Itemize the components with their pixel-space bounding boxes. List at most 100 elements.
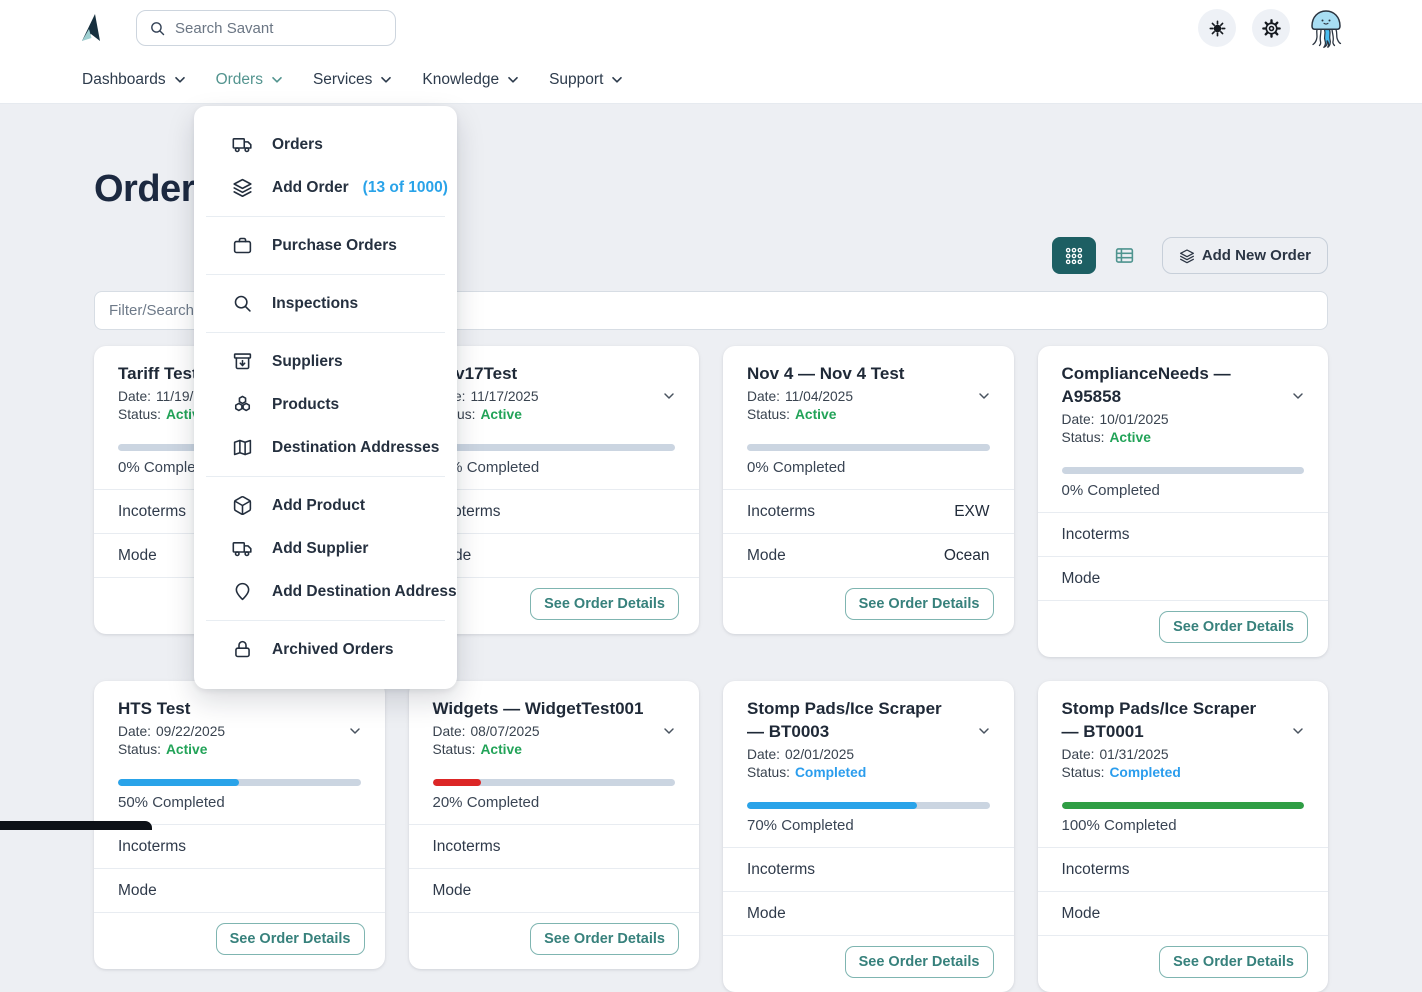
nav-item-label: Support (549, 71, 603, 89)
menu-item-destination-addresses[interactable]: Destination Addresses (194, 426, 457, 469)
card-expand-button[interactable] (659, 386, 679, 409)
incoterms-value: EXW (954, 503, 989, 521)
order-date: Date:09/22/2025 (118, 724, 361, 739)
order-card-title: Nov17Test (433, 362, 676, 385)
nav-item-services[interactable]: Services (313, 71, 392, 89)
menu-item-inspections[interactable]: Inspections (194, 282, 457, 325)
order-card-title: Widgets — WidgetTest001 (433, 697, 676, 720)
progress-track (433, 444, 676, 451)
card-expand-button[interactable] (974, 721, 994, 744)
progress-track (747, 802, 990, 809)
user-avatar-jellyfish[interactable] (1306, 5, 1346, 51)
menu-item-archived-orders[interactable]: Archived Orders (194, 628, 457, 671)
menu-item-purchase-orders[interactable]: Purchase Orders (194, 224, 457, 267)
orders-dropdown-menu: OrdersAdd Order(13 of 1000) Purchase Orde… (194, 106, 457, 689)
nav-item-orders[interactable]: Orders (216, 71, 283, 89)
mode-label: Mode (118, 882, 157, 900)
order-card-header: Stomp Pads/Ice Scraper — BT0001 Date:01/… (1038, 681, 1329, 780)
browser-status-bar (0, 821, 152, 830)
order-date: Date:08/07/2025 (433, 724, 676, 739)
order-card: Widgets — WidgetTest001 Date:08/07/2025 … (409, 681, 700, 969)
menu-item-add-destination-address[interactable]: Add Destination Address (194, 570, 457, 613)
chevron-down-icon (661, 723, 677, 739)
progress-label: 100% Completed (1062, 817, 1305, 847)
menu-divider (206, 620, 445, 621)
see-order-details-button[interactable]: See Order Details (1159, 611, 1308, 643)
status-badge: Active (166, 742, 207, 757)
menu-divider (206, 332, 445, 333)
order-progress: 100% Completed (1038, 802, 1329, 847)
list-view-button[interactable] (1110, 241, 1140, 271)
see-order-details-button[interactable]: See Order Details (1159, 946, 1308, 978)
mode-value: Ocean (944, 547, 990, 565)
order-status: Status:Active (747, 407, 990, 422)
menu-divider (206, 274, 445, 275)
mode-label: Mode (433, 882, 472, 900)
progress-label: 0% Completed (1062, 482, 1305, 512)
supplier-box-icon (232, 351, 253, 372)
mode-row: Mode (94, 868, 385, 912)
chevron-down-icon (1290, 723, 1306, 739)
briefcase-icon (232, 235, 253, 256)
search-input[interactable] (175, 20, 383, 37)
savant-logo-icon[interactable] (78, 12, 106, 44)
see-order-details-button[interactable]: See Order Details (845, 946, 994, 978)
card-expand-button[interactable] (345, 721, 365, 744)
mode-row: Mode (1038, 556, 1329, 600)
order-status: Status:Active (433, 742, 676, 757)
nav-item-dashboards[interactable]: Dashboards (82, 71, 186, 89)
incoterms-label: Incoterms (118, 838, 186, 856)
order-status: Status:Active (433, 407, 676, 422)
incoterms-label: Incoterms (747, 503, 815, 521)
menu-item-orders[interactable]: Orders (194, 123, 457, 166)
order-card-footer: See Order Details (1038, 600, 1329, 657)
chevron-down-icon (271, 76, 283, 84)
progress-track (118, 779, 361, 786)
see-order-details-button[interactable]: See Order Details (216, 923, 365, 955)
order-progress: 0% Completed (723, 444, 1014, 489)
progress-label: 10% Completed (433, 459, 676, 489)
nav-item-knowledge[interactable]: Knowledge (422, 71, 519, 89)
hexagons-icon (232, 394, 253, 415)
order-card: ComplianceNeeds — A95858 Date:10/01/2025… (1038, 346, 1329, 657)
settings-button[interactable] (1252, 9, 1290, 47)
order-card-footer: See Order Details (94, 912, 385, 969)
incoterms-label: Incoterms (1062, 526, 1130, 544)
nav-item-label: Services (313, 71, 372, 89)
menu-item-suppliers[interactable]: Suppliers (194, 340, 457, 383)
see-order-details-button[interactable]: See Order Details (845, 588, 994, 620)
order-date: Date:01/31/2025 (1062, 747, 1305, 762)
order-card-header: ComplianceNeeds — A95858 Date:10/01/2025… (1038, 346, 1329, 445)
layers-icon (232, 177, 253, 198)
menu-item-add-order[interactable]: Add Order(13 of 1000) (194, 166, 457, 209)
incoterms-label: Incoterms (433, 838, 501, 856)
card-expand-button[interactable] (974, 386, 994, 409)
order-status: Status:Active (118, 742, 361, 757)
mode-label: Mode (747, 547, 786, 565)
menu-item-add-product[interactable]: Add Product (194, 484, 457, 527)
card-expand-button[interactable] (659, 721, 679, 744)
nav-item-label: Orders (216, 71, 263, 89)
card-expand-button[interactable] (1288, 721, 1308, 744)
progress-label: 50% Completed (118, 794, 361, 824)
menu-item-add-supplier[interactable]: Add Supplier (194, 527, 457, 570)
add-new-order-button[interactable]: Add New Order (1162, 237, 1328, 274)
search-icon (149, 20, 166, 37)
see-order-details-button[interactable]: See Order Details (530, 588, 679, 620)
main-nav: Dashboards Orders Services Knowledge Support (0, 56, 1422, 103)
theme-toggle-button[interactable] (1198, 9, 1236, 47)
menu-divider (206, 216, 445, 217)
nav-item-support[interactable]: Support (549, 71, 623, 89)
order-progress: 50% Completed (94, 779, 385, 824)
incoterms-label: Incoterms (1062, 861, 1130, 879)
order-status: Status:Active (1062, 430, 1305, 445)
mode-label: Mode (1062, 570, 1101, 588)
card-expand-button[interactable] (1288, 386, 1308, 409)
menu-item-products[interactable]: Products (194, 383, 457, 426)
global-search (136, 10, 396, 46)
order-status: Status:Completed (747, 765, 990, 780)
grid-view-button[interactable] (1052, 237, 1096, 274)
order-card-title: ComplianceNeeds — A95858 (1062, 362, 1305, 408)
mode-row: Mode (1038, 891, 1329, 935)
see-order-details-button[interactable]: See Order Details (530, 923, 679, 955)
